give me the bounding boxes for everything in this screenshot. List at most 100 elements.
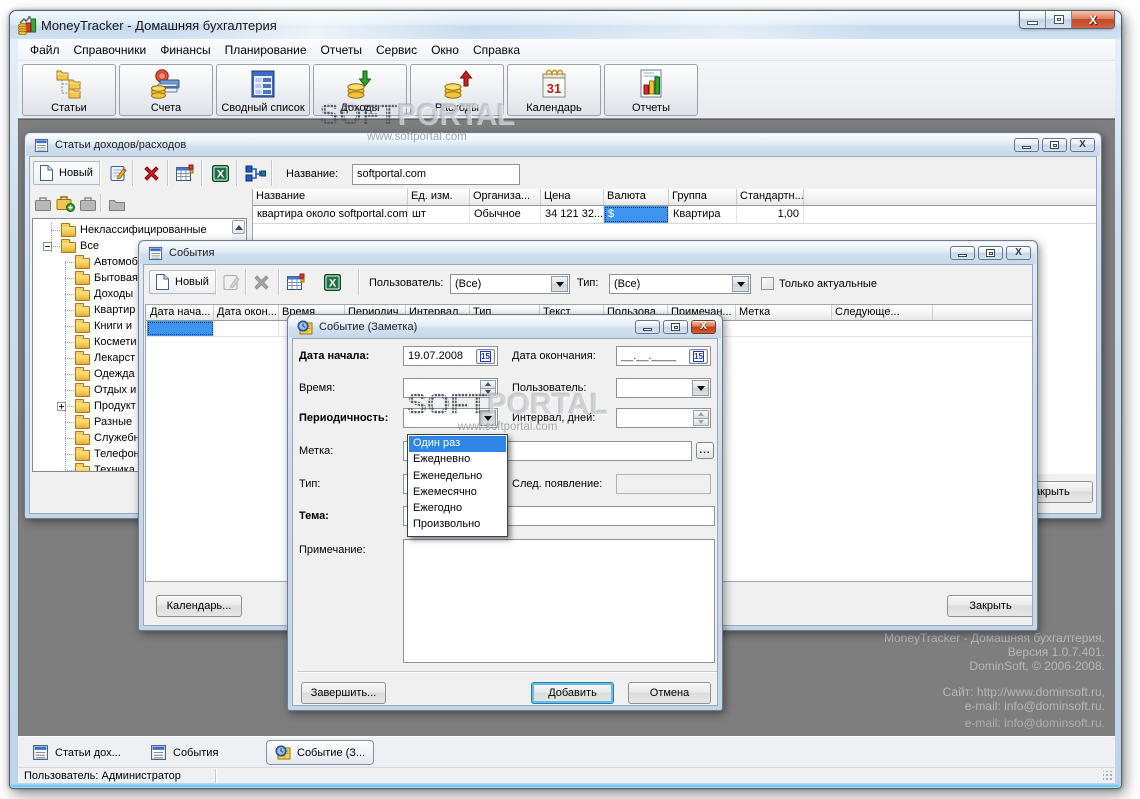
tree-item[interactable]: Лекарст <box>65 350 135 366</box>
articles-assign-button[interactable] <box>244 162 266 184</box>
tree-expand-icon[interactable] <box>57 402 66 411</box>
tree-item[interactable]: Служебн <box>65 430 140 446</box>
tree-item[interactable]: Техника <box>65 462 135 471</box>
combo-dropdown-button[interactable] <box>692 380 709 396</box>
dialog-minimize-button[interactable] <box>635 320 660 334</box>
tree-item-label[interactable]: Космети <box>94 336 137 348</box>
tree-item-label[interactable]: Телефон <box>94 448 140 460</box>
group-edit-button[interactable] <box>77 193 99 215</box>
tree-item[interactable]: Неклассифицированные <box>51 222 207 238</box>
column-header[interactable]: Цена <box>541 189 604 205</box>
menu-service[interactable]: Сервис <box>372 40 421 60</box>
group-new-button[interactable] <box>32 193 54 215</box>
tree-item-label[interactable]: Одежда <box>94 368 135 380</box>
articles-maximize-button[interactable] <box>1042 138 1067 152</box>
dialog-maximize-button[interactable] <box>663 320 688 334</box>
resize-grip-icon[interactable] <box>1103 771 1113 781</box>
interval-spinner[interactable] <box>693 410 709 426</box>
toolbar-reports-button[interactable]: Отчеты <box>604 64 698 116</box>
column-header[interactable]: Группа <box>669 189 737 205</box>
dropdown-option[interactable]: Еженедельно <box>409 469 506 485</box>
events-maximize-button[interactable] <box>978 246 1003 260</box>
tree-item-label[interactable]: Бытовая <box>94 272 138 284</box>
tree-item-label[interactable]: Доходы <box>94 288 133 300</box>
dropdown-option-selected[interactable]: Один раз <box>409 436 506 453</box>
tree-item-label[interactable]: Все <box>80 240 99 252</box>
events-type-combo[interactable]: (Все) <box>609 274 751 294</box>
dropdown-option[interactable]: Произвольно <box>409 517 506 533</box>
tree-item-label[interactable]: Продукт <box>94 400 136 412</box>
menu-window[interactable]: Окно <box>427 40 463 60</box>
articles-table-button[interactable] <box>174 162 196 184</box>
tree-item-label[interactable]: Разные <box>94 416 132 428</box>
cell-org[interactable]: Обычное <box>470 206 541 223</box>
dialog-close-button[interactable]: X <box>691 320 716 334</box>
articles-edit-button[interactable] <box>107 162 129 184</box>
articles-table-row[interactable]: квартира около softportal.com шт Обычное… <box>253 206 1096 224</box>
close-button[interactable]: X <box>1072 11 1114 28</box>
tree-item[interactable]: Одежда <box>65 366 135 382</box>
group-delete-button[interactable] <box>106 193 128 215</box>
tree-item-label[interactable]: Лекарст <box>94 352 135 364</box>
end-date-calendar-button[interactable]: 15 <box>689 349 708 364</box>
combo-dropdown-button[interactable] <box>732 276 749 292</box>
articles-delete-button[interactable] <box>140 162 162 184</box>
column-header[interactable]: Стандартн... <box>737 189 804 205</box>
tab-articles[interactable]: Статьи дох... <box>24 740 129 765</box>
dropdown-option[interactable]: Ежедневно <box>409 452 506 468</box>
articles-close-button[interactable]: X <box>1070 138 1095 152</box>
events-actual-checkbox[interactable] <box>761 277 774 290</box>
add-button[interactable]: Добавить <box>531 682 614 704</box>
tab-events[interactable]: События <box>142 740 226 765</box>
events-titlebar[interactable]: События X <box>140 242 1036 264</box>
tree-item-label[interactable]: Отдых и <box>94 384 136 396</box>
tree-item-label[interactable]: Книги и <box>94 320 132 332</box>
menu-planning[interactable]: Планирование <box>221 40 311 60</box>
tree-item[interactable]: Бытовая <box>65 270 138 286</box>
dropdown-option[interactable]: Ежемесячно <box>409 485 506 501</box>
events-table-button[interactable] <box>285 271 307 293</box>
events-user-combo[interactable]: (Все) <box>450 274 570 294</box>
tree-item-label[interactable]: Автомоб <box>94 256 138 268</box>
cell-unit[interactable]: шт <box>408 206 470 223</box>
minimize-button[interactable] <box>1020 11 1046 28</box>
toolbar-accounts-button[interactable]: Счета <box>119 64 213 116</box>
end-date-field[interactable]: __.__.____ 15 <box>616 346 711 366</box>
tree-item[interactable]: Квартир <box>65 302 135 318</box>
tree-item[interactable]: Доходы <box>65 286 133 302</box>
toolbar-articles-button[interactable]: Статьи <box>22 64 116 116</box>
combo-dropdown-button[interactable] <box>551 276 568 292</box>
interval-field[interactable] <box>616 408 711 428</box>
tree-item[interactable]: Космети <box>65 334 137 350</box>
tree-item[interactable]: Автомоб <box>65 254 138 270</box>
events-calendar-button[interactable]: Календарь... <box>156 595 242 617</box>
dropdown-option[interactable]: Ежегодно <box>409 501 506 517</box>
events-close-bottom-button[interactable]: Закрыть <box>947 595 1032 617</box>
menu-finances[interactable]: Финансы <box>156 40 214 60</box>
tree-item[interactable]: Все <box>43 238 99 254</box>
events-minimize-button[interactable] <box>950 246 975 260</box>
menu-reports[interactable]: Отчеты <box>317 40 366 60</box>
maximize-button[interactable] <box>1046 11 1072 28</box>
time-spinner[interactable] <box>480 380 496 396</box>
column-header[interactable]: Дата нача... <box>147 305 214 320</box>
events-edit-button-disabled[interactable] <box>220 271 242 293</box>
tree-item[interactable]: Отдых и <box>65 382 136 398</box>
cell-name[interactable]: квартира около softportal.com <box>253 206 408 223</box>
cell-standard[interactable]: 1,00 <box>737 206 804 223</box>
articles-name-input[interactable]: softportal.com <box>352 164 520 185</box>
finish-button[interactable]: Завершить... <box>301 682 386 704</box>
tab-event-dialog[interactable]: Событие (З... <box>266 740 375 765</box>
menu-help[interactable]: Справка <box>469 40 524 60</box>
time-field[interactable] <box>403 378 498 398</box>
column-header[interactable]: Название <box>253 189 408 205</box>
event-dialog-titlebar[interactable]: Событие (Заметка) X <box>289 316 721 338</box>
tree-item-label[interactable]: Квартир <box>94 304 135 316</box>
events-close-button[interactable]: X <box>1006 246 1031 260</box>
periodicity-combo[interactable] <box>403 408 498 428</box>
column-header[interactable]: Метка <box>736 305 832 320</box>
tree-item-label[interactable]: Служебн <box>94 432 140 444</box>
events-actual-label[interactable]: Только актуальные <box>779 278 877 290</box>
mark-browse-button[interactable]: ... <box>696 442 714 459</box>
tree-item[interactable]: Телефон <box>65 446 140 462</box>
